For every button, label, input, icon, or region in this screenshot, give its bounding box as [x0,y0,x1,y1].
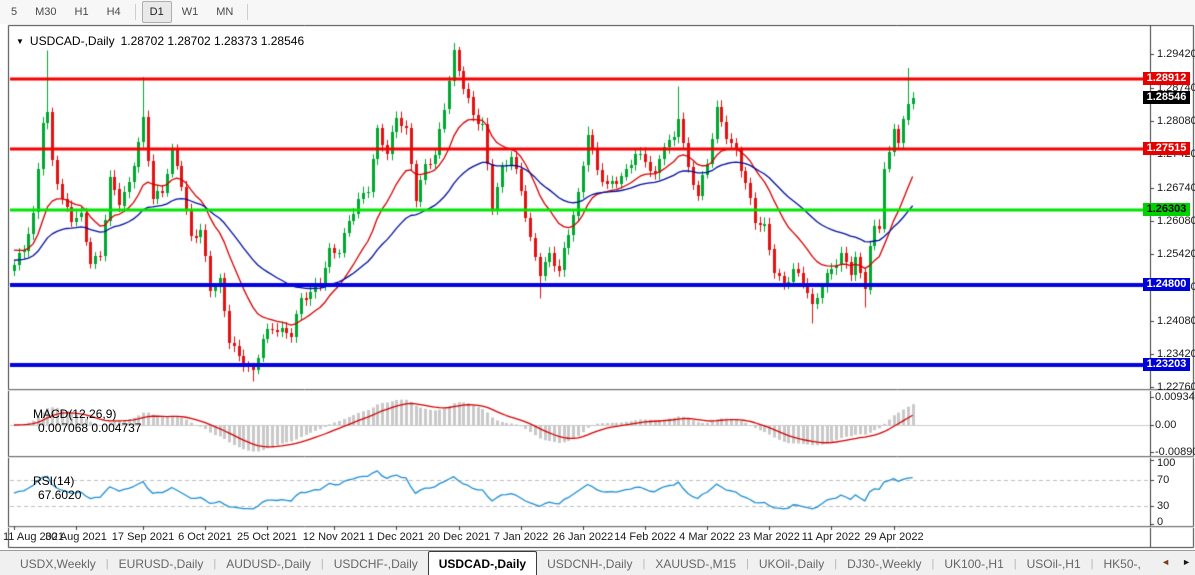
macd-axis-label: 0.00 [1155,419,1177,431]
date-label: 30 Aug 2021 [45,531,107,543]
tab-usoil-h1[interactable]: USOil-,H1 [1017,553,1091,575]
tab-usdcnh-daily[interactable]: USDCNH-,Daily [537,553,642,575]
chart-title-dropdown-icon: ▼ [16,36,24,46]
price-tick-label: 1.28080 [1157,115,1195,127]
tab-xauusd-m15[interactable]: XAUUSD-,M15 [645,553,746,575]
date-label: 1 Dec 2021 [367,531,425,543]
macd-axis-label: 0.009345 [1155,391,1195,403]
macd-label-row: MACD(12,26,9) 0.007068 0.004737 [13,393,141,449]
rsi-axis-label: 30 [1157,500,1170,512]
chart-title: USDCAD-,Daily [29,34,115,48]
mt4-app: 5M30H1H4D1W1MN ▼ USDCAD-,Daily 1.28702 1… [0,0,1195,575]
tab-uk100-h1[interactable]: UK100-,H1 [934,553,1013,575]
date-label: 11 Apr 2022 [801,531,861,543]
tabs-scroll-right-icon[interactable]: ► [1182,555,1191,569]
price-level-chip: 1.26303 [1143,203,1190,216]
date-label: 26 Jan 2022 [552,531,614,543]
rsi-indicator-label: RSI(14) [33,474,75,488]
rsi-indicator-value: 67.6020 [38,488,82,502]
tab-hk50[interactable]: HK50-, [1094,553,1151,575]
tab-usdx-weekly[interactable]: USDX,Weekly [10,553,106,575]
date-label: 14 Feb 2022 [614,531,676,543]
price-level-chip: 1.27515 [1143,142,1190,155]
date-label: 25 Oct 2021 [237,531,297,543]
date-label: 7 Jan 2022 [493,531,549,543]
date-label: 12 Nov 2021 [302,531,366,543]
chart-canvas[interactable] [0,0,1195,575]
price-tick-label: 1.26740 [1157,182,1195,194]
price-tick-label: 1.29420 [1157,48,1195,60]
rsi-axis-label: 70 [1157,474,1170,486]
price-tick-label: 1.25420 [1157,248,1195,260]
price-level-chip: 1.23203 [1143,358,1190,371]
symbol-tab-bar: USDX,Weekly | EURUSD-,Daily | AUDUSD-,Daily |… [0,550,1195,575]
rsi-label-row: RSI(14) 67.6020 [13,460,81,516]
chart-ohlc-values: 1.28702 1.28702 1.28373 1.28546 [120,34,305,48]
macd-indicator-label: MACD(12,26,9) [33,407,117,421]
date-label: 17 Sep 2021 [111,531,175,543]
tab-usdchf-daily[interactable]: USDCHF-,Daily [324,553,428,575]
chart-title-row: ▼ USDCAD-,Daily 1.28702 1.28702 1.28373 … [16,34,304,48]
current-price-chip: 1.28546 [1143,91,1190,104]
tab-usdcad-daily[interactable]: USDCAD-,Daily [427,551,538,575]
macd-indicator-values: 0.007068 0.004737 [38,421,142,435]
tab-dj30-weekly[interactable]: DJ30-,Weekly [837,553,931,575]
price-level-chip: 1.24800 [1143,278,1190,291]
tab-eurusd-daily[interactable]: EURUSD-,Daily [109,553,214,575]
date-label: 4 Mar 2022 [679,531,735,543]
price-tick-label: 1.24080 [1157,315,1195,327]
price-tick-label: 1.26080 [1157,215,1195,227]
price-level-chip: 1.28912 [1143,72,1190,85]
tab-ukoil-daily[interactable]: UKOil-,Daily [749,553,834,575]
date-label: 29 Apr 2022 [864,531,924,543]
date-label: 6 Oct 2021 [178,531,232,543]
tab-audusd-daily[interactable]: AUDUSD-,Daily [216,553,321,575]
rsi-axis-label: 100 [1157,457,1176,469]
date-label: 23 Mar 2022 [738,531,800,543]
tab-scroll-arrows: ◄ ► [1161,555,1191,569]
chart-window: ▼ USDCAD-,Daily 1.28702 1.28702 1.28373 … [0,0,1195,575]
tabs-scroll-left-icon[interactable]: ◄ [1161,555,1170,569]
date-label: 20 Dec 2021 [427,531,491,543]
rsi-axis-label: 0 [1157,516,1164,528]
